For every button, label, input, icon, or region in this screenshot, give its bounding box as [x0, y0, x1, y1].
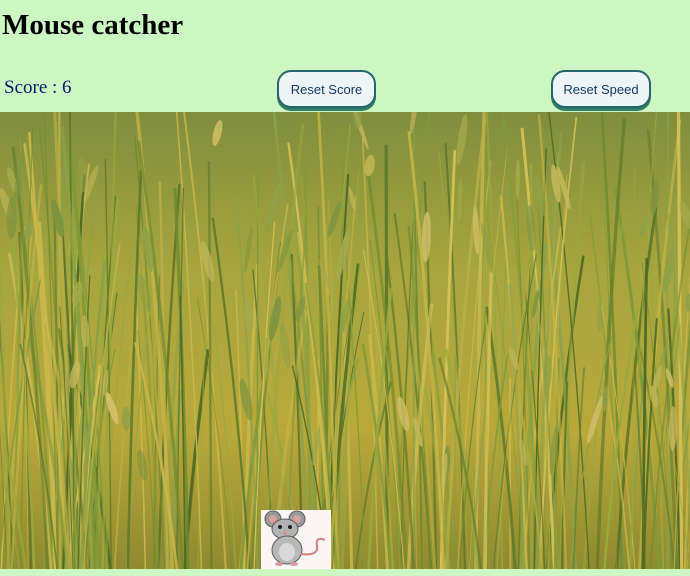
game-field[interactable]: [0, 112, 690, 569]
reset-speed-button[interactable]: Reset Speed: [551, 70, 651, 108]
score-value: 6: [62, 77, 72, 98]
mouse-icon: [261, 510, 331, 569]
wheat-field-image: [0, 112, 690, 569]
score-display: Score : 6: [4, 76, 72, 100]
reset-score-button[interactable]: Reset Score: [277, 70, 376, 108]
score-label: Score :: [4, 77, 63, 98]
ground-strip: [0, 569, 690, 576]
mouse-target[interactable]: [261, 510, 331, 569]
game-title: Mouse catcher: [2, 9, 184, 41]
